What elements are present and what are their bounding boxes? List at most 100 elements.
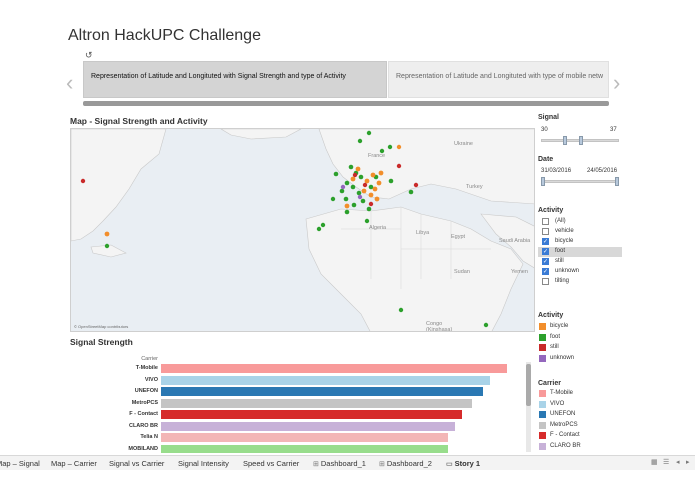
carrier-bar[interactable] [161, 364, 507, 373]
carrier-bar[interactable] [161, 444, 449, 453]
story-icon: ▭ [446, 461, 453, 468]
legend-label: bicycle [550, 323, 569, 329]
sheet-tab-label: Map – Carrier [51, 459, 97, 468]
bar-chart-scrollbar[interactable] [526, 362, 531, 452]
sheet-tab-label: Dashboard_1 [320, 459, 366, 468]
sheet-tab[interactable]: ▭ Story 1 [446, 459, 480, 468]
activity-filter-label: bicycle [555, 238, 574, 244]
sheet-tab[interactable]: Map – Carrier [51, 459, 97, 468]
signal-min-value: 30 [541, 127, 548, 133]
land-greenland [220, 129, 302, 140]
legend-label: F - Contact [550, 432, 580, 438]
bar-row[interactable]: T-Mobile [70, 364, 530, 374]
slider-low-handle[interactable] [563, 136, 568, 145]
legend-item[interactable]: UNEFON [538, 410, 618, 420]
legend-item[interactable]: foot [538, 333, 618, 343]
bar-row[interactable]: MOBILAND [70, 444, 530, 453]
scroll-thumb[interactable] [526, 364, 531, 406]
map-label-libya: Libya [416, 230, 430, 236]
legend-item[interactable]: VIVO [538, 400, 618, 410]
signal-range-slider[interactable] [541, 136, 619, 145]
legend-label: MetroPCS [550, 421, 578, 428]
map-label-congo: Congo (Kinshasa) [426, 321, 453, 332]
sheet-tab-label: Story 1 [454, 459, 481, 468]
bar-row[interactable]: CLARO BR [70, 421, 530, 432]
legend-label: foot [550, 333, 561, 340]
legend-item[interactable]: T-Mobile [538, 389, 618, 399]
activity-filter: Activity [538, 207, 563, 214]
scroll-left-icon[interactable]: ◂ [676, 458, 680, 466]
story-point-1[interactable]: Representation of Latitude and Longitute… [83, 61, 387, 98]
slider-high-handle[interactable] [615, 177, 619, 186]
activity-filter-option[interactable]: ✓ unknown [538, 267, 622, 277]
carrier-bar[interactable] [161, 387, 483, 396]
sheet-tab-label: Speed vs Carrier [243, 459, 300, 468]
grid-view-icon[interactable]: ▦ [651, 458, 658, 466]
carrier-column-header: Carrier [141, 356, 158, 362]
checkbox[interactable]: ✓ [542, 248, 549, 255]
signal-map[interactable]: France Ukraine Turkey Algeria Libya Egyp… [70, 128, 535, 332]
legend-swatch [539, 432, 546, 439]
activity-filter-option[interactable]: ✓ still [538, 257, 622, 267]
bar-row[interactable]: UNEFON [70, 387, 530, 397]
activity-filter-option[interactable]: ✓ bicycle [538, 237, 622, 247]
legend-label: unknown [550, 354, 575, 361]
signal-bar-chart[interactable]: Carrier T-Mobile VIVO UNEFON MetroPCS F - Co… [70, 353, 535, 453]
activity-filter-option[interactable]: ✓ foot [538, 247, 622, 257]
list-view-icon[interactable]: ☰ [663, 458, 669, 466]
date-filter-title: Date [538, 156, 554, 163]
sheet-tab[interactable]: Signal Intensity [178, 459, 229, 468]
slider-high-handle[interactable] [579, 136, 584, 145]
map-canvas [71, 129, 534, 331]
map-label-algeria: Algeria [369, 225, 387, 231]
sheet-tab[interactable]: ⊞ Dashboard_2 [379, 459, 432, 468]
carrier-bar[interactable] [161, 398, 473, 408]
dashboard-icon: ⊞ [379, 461, 385, 468]
story-prev-arrow-icon[interactable]: ‹ [66, 70, 73, 96]
map-label-yemen: Yemen [511, 269, 528, 275]
bar-row[interactable]: VIVO [70, 375, 530, 386]
bar-row[interactable]: MetroPCS [70, 398, 530, 409]
checkbox[interactable] [542, 228, 549, 235]
checkbox[interactable]: ✓ [542, 258, 549, 265]
legend-item[interactable]: MetroPCS [538, 421, 618, 431]
legend-item[interactable]: bicycle [538, 322, 618, 332]
activity-filter-label: unknown [555, 268, 580, 274]
activity-filter-option[interactable]: tilting [538, 277, 622, 287]
map-label-turkey: Turkey [466, 184, 483, 190]
carrier-bar[interactable] [161, 433, 449, 442]
legend-item[interactable]: unknown [538, 354, 618, 364]
story-scrollbar[interactable] [83, 101, 609, 106]
bar-row[interactable]: Telia N [70, 433, 530, 443]
sheet-tab[interactable]: Map – Signal [0, 459, 40, 468]
carrier-bar[interactable] [161, 421, 456, 431]
checkbox[interactable]: ✓ [542, 238, 549, 245]
sheet-tab[interactable]: Speed vs Carrier [243, 459, 299, 468]
legend-item[interactable]: CLARO BR [538, 442, 618, 452]
activity-filter-option[interactable]: vehicle [538, 227, 622, 237]
checkbox[interactable] [542, 278, 549, 285]
slider-low-handle[interactable] [541, 177, 545, 186]
legend-swatch [539, 333, 546, 341]
legend-item[interactable]: F - Contact [538, 431, 618, 441]
carrier-bar[interactable] [161, 375, 490, 385]
checkbox[interactable] [542, 218, 549, 225]
checkbox[interactable]: ✓ [542, 268, 549, 275]
story-point-2[interactable]: Representation of Latitude and Longitute… [388, 61, 609, 98]
carrier-bar[interactable] [161, 410, 463, 419]
bar-row[interactable]: F - Contact [70, 410, 530, 420]
legend-item[interactable]: still [538, 343, 618, 353]
activity-legend: Activity [538, 312, 563, 319]
carrier-label: Telia N [140, 434, 158, 440]
story-next-arrow-icon[interactable]: › [613, 70, 620, 96]
date-range-slider[interactable] [541, 177, 619, 186]
sheet-tab[interactable]: ⊞ Dashboard_1 [313, 459, 366, 468]
scroll-right-icon[interactable]: ▸ [686, 458, 690, 466]
activity-filter-option[interactable]: (All) [538, 217, 622, 227]
sheet-tab-label: Signal vs Carrier [109, 459, 165, 468]
sheet-tab[interactable]: Signal vs Carrier [109, 459, 164, 468]
activity-filter-label: (All) [555, 218, 566, 224]
date-end-value: 24/05/2016 [587, 168, 618, 174]
legend-swatch [539, 400, 546, 408]
carrier-label: F - Contact [129, 411, 158, 417]
